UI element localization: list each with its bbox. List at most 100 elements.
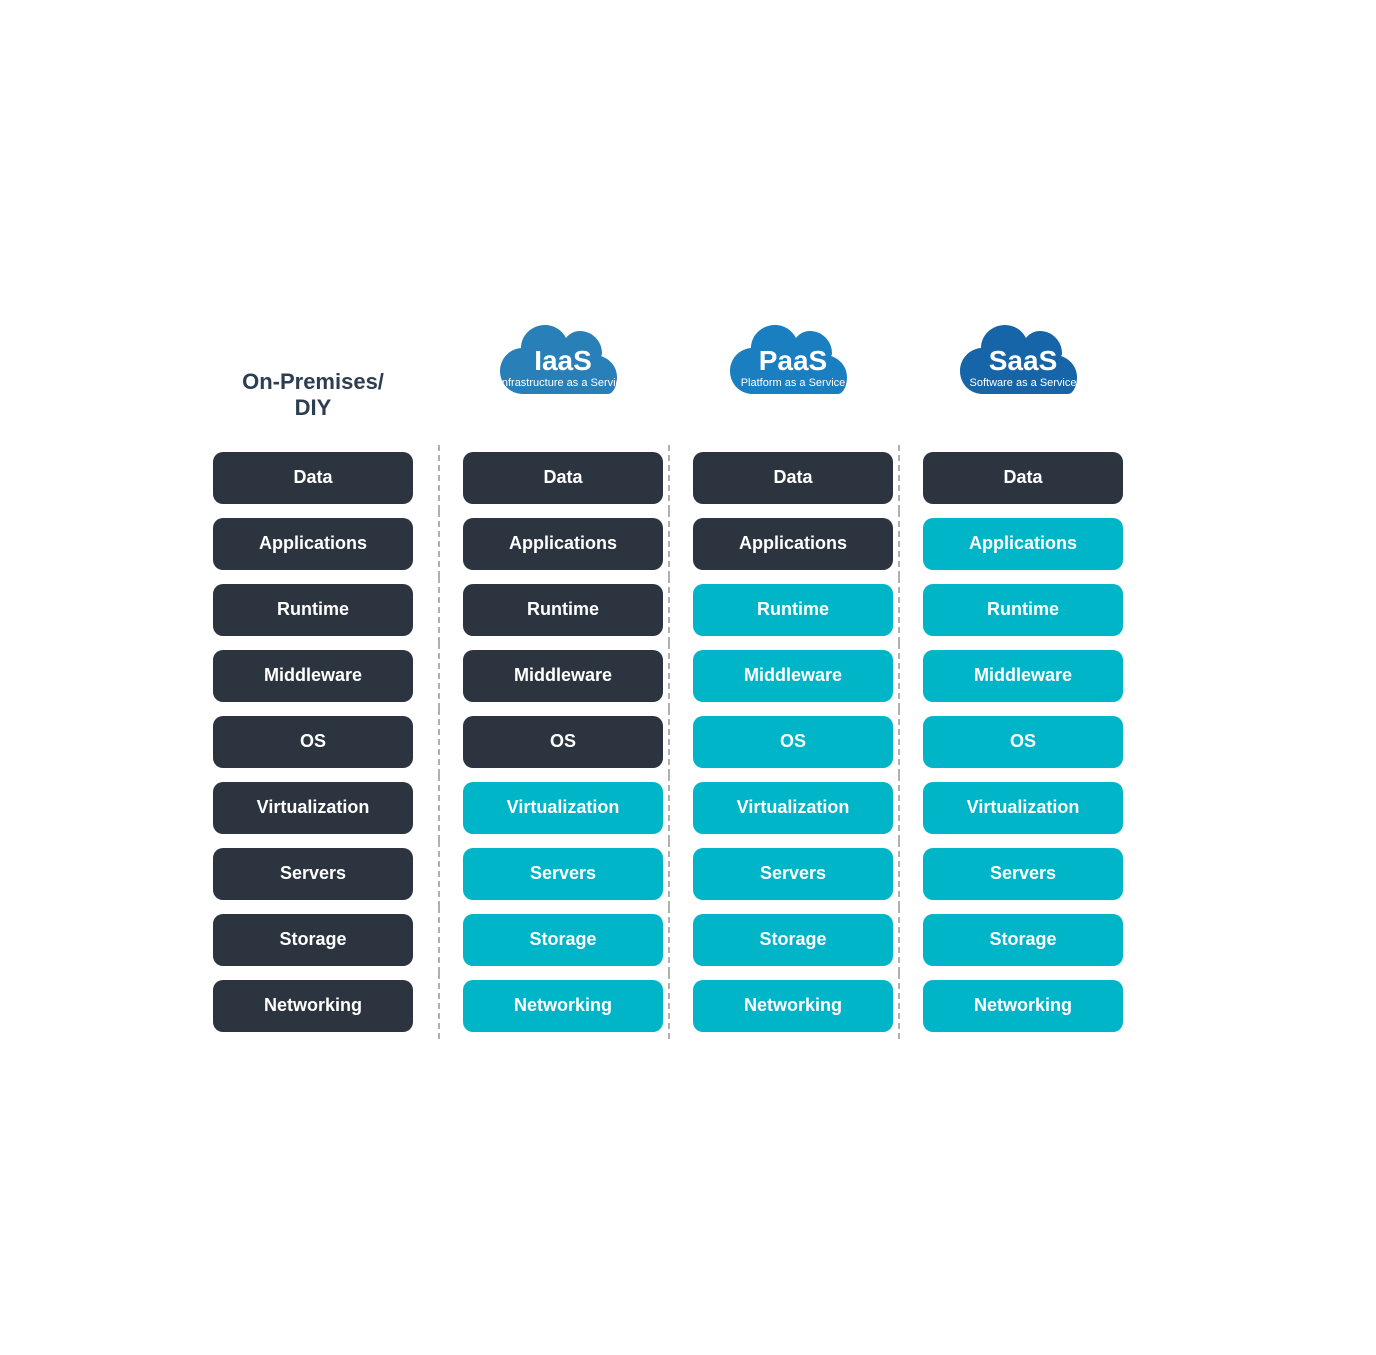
paas-cloud-text: PaaS Platform as a Service bbox=[741, 347, 846, 390]
col-header-paas: PaaS Platform as a Service bbox=[688, 324, 898, 422]
badge-applications-col3: Applications bbox=[923, 518, 1123, 570]
badge-storage-col1: Storage bbox=[463, 914, 663, 966]
badge-applications-col2: Applications bbox=[693, 518, 893, 570]
col-header-iaas: IaaS Infrastructure as a Service bbox=[458, 324, 668, 422]
cell-0-0: Data bbox=[198, 452, 428, 504]
badge-data-col3: Data bbox=[923, 452, 1123, 504]
cell-8-2: Networking bbox=[688, 980, 898, 1032]
saas-cloud-text: SaaS Software as a Service bbox=[970, 347, 1077, 390]
paas-cloud-shape: PaaS Platform as a Service bbox=[718, 324, 868, 414]
cell-1-2: Applications bbox=[688, 518, 898, 570]
grid-row: Servers Servers Servers Servers bbox=[198, 848, 1178, 900]
on-premises-title: On-Premises/ DIY bbox=[242, 369, 384, 422]
badge-virtualization-col3: Virtualization bbox=[923, 782, 1123, 834]
iaas-label: IaaS bbox=[499, 347, 627, 375]
cell-5-0: Virtualization bbox=[198, 782, 428, 834]
saas-cloud: SaaS Software as a Service bbox=[948, 324, 1098, 414]
cell-1-1: Applications bbox=[458, 518, 668, 570]
cell-3-2: Middleware bbox=[688, 650, 898, 702]
cell-6-2: Servers bbox=[688, 848, 898, 900]
badge-middleware-col0: Middleware bbox=[213, 650, 413, 702]
badge-os-col2: OS bbox=[693, 716, 893, 768]
diagram-container: On-Premises/ DIY IaaS Infrastructure as … bbox=[138, 284, 1238, 1072]
cell-8-3: Networking bbox=[918, 980, 1128, 1032]
saas-sublabel: Software as a Service bbox=[970, 377, 1077, 390]
cell-5-3: Virtualization bbox=[918, 782, 1128, 834]
grid-row: Runtime Runtime Runtime Runtime bbox=[198, 584, 1178, 636]
badge-middleware-col1: Middleware bbox=[463, 650, 663, 702]
badge-runtime-col1: Runtime bbox=[463, 584, 663, 636]
badge-storage-col0: Storage bbox=[213, 914, 413, 966]
badge-servers-col1: Servers bbox=[463, 848, 663, 900]
badge-os-col0: OS bbox=[213, 716, 413, 768]
grid-row: Virtualization Virtualization Virtualizati… bbox=[198, 782, 1178, 834]
badge-data-col1: Data bbox=[463, 452, 663, 504]
cell-2-0: Runtime bbox=[198, 584, 428, 636]
grid-row: Data Data Data Data bbox=[198, 452, 1178, 504]
cell-1-0: Applications bbox=[198, 518, 428, 570]
badge-servers-col2: Servers bbox=[693, 848, 893, 900]
saas-label: SaaS bbox=[970, 347, 1077, 375]
cell-0-1: Data bbox=[458, 452, 668, 504]
grid: DataDataDataDataApplicationsApplications… bbox=[198, 452, 1178, 1032]
badge-os-col1: OS bbox=[463, 716, 663, 768]
badge-servers-col0: Servers bbox=[213, 848, 413, 900]
cell-2-3: Runtime bbox=[918, 584, 1128, 636]
cell-7-3: Storage bbox=[918, 914, 1128, 966]
badge-runtime-col3: Runtime bbox=[923, 584, 1123, 636]
paas-label: PaaS bbox=[741, 347, 846, 375]
cell-7-0: Storage bbox=[198, 914, 428, 966]
cell-0-3: Data bbox=[918, 452, 1128, 504]
badge-storage-col2: Storage bbox=[693, 914, 893, 966]
cell-6-3: Servers bbox=[918, 848, 1128, 900]
badge-networking-col0: Networking bbox=[213, 980, 413, 1032]
cell-3-0: Middleware bbox=[198, 650, 428, 702]
cell-4-1: OS bbox=[458, 716, 668, 768]
badge-applications-col0: Applications bbox=[213, 518, 413, 570]
cell-6-1: Servers bbox=[458, 848, 668, 900]
badge-middleware-col2: Middleware bbox=[693, 650, 893, 702]
badge-os-col3: OS bbox=[923, 716, 1123, 768]
grid-row: Storage Storage Storage Storage bbox=[198, 914, 1178, 966]
iaas-cloud-shape: IaaS Infrastructure as a Service bbox=[488, 324, 638, 414]
cell-0-2: Data bbox=[688, 452, 898, 504]
grid-row: Middleware Middleware Middleware Middleware bbox=[198, 650, 1178, 702]
col-header-on-premises: On-Premises/ DIY bbox=[198, 369, 428, 422]
iaas-cloud-text: IaaS Infrastructure as a Service bbox=[499, 347, 627, 390]
col-header-saas: SaaS Software as a Service bbox=[918, 324, 1128, 422]
saas-cloud-shape: SaaS Software as a Service bbox=[948, 324, 1098, 414]
badge-storage-col3: Storage bbox=[923, 914, 1123, 966]
cell-2-2: Runtime bbox=[688, 584, 898, 636]
cell-8-0: Networking bbox=[198, 980, 428, 1032]
badge-virtualization-col2: Virtualization bbox=[693, 782, 893, 834]
badge-data-col0: Data bbox=[213, 452, 413, 504]
grid-row: OS OS OS OS bbox=[198, 716, 1178, 768]
cell-4-0: OS bbox=[198, 716, 428, 768]
badge-data-col2: Data bbox=[693, 452, 893, 504]
iaas-sublabel: Infrastructure as a Service bbox=[499, 377, 627, 390]
cell-6-0: Servers bbox=[198, 848, 428, 900]
grid-row: Networking Networking Networking Networking bbox=[198, 980, 1178, 1032]
badge-runtime-col2: Runtime bbox=[693, 584, 893, 636]
cell-7-1: Storage bbox=[458, 914, 668, 966]
badge-runtime-col0: Runtime bbox=[213, 584, 413, 636]
cell-2-1: Runtime bbox=[458, 584, 668, 636]
iaas-cloud: IaaS Infrastructure as a Service bbox=[488, 324, 638, 414]
cell-4-2: OS bbox=[688, 716, 898, 768]
badge-networking-col2: Networking bbox=[693, 980, 893, 1032]
cell-3-3: Middleware bbox=[918, 650, 1128, 702]
badge-virtualization-col0: Virtualization bbox=[213, 782, 413, 834]
badge-networking-col3: Networking bbox=[923, 980, 1123, 1032]
grid-row: Applications Applications Applications Appl… bbox=[198, 518, 1178, 570]
cell-8-1: Networking bbox=[458, 980, 668, 1032]
badge-applications-col1: Applications bbox=[463, 518, 663, 570]
cell-4-3: OS bbox=[918, 716, 1128, 768]
badge-virtualization-col1: Virtualization bbox=[463, 782, 663, 834]
cell-3-1: Middleware bbox=[458, 650, 668, 702]
paas-cloud: PaaS Platform as a Service bbox=[718, 324, 868, 414]
cell-7-2: Storage bbox=[688, 914, 898, 966]
badge-middleware-col3: Middleware bbox=[923, 650, 1123, 702]
badge-networking-col1: Networking bbox=[463, 980, 663, 1032]
cell-5-1: Virtualization bbox=[458, 782, 668, 834]
cell-1-3: Applications bbox=[918, 518, 1128, 570]
